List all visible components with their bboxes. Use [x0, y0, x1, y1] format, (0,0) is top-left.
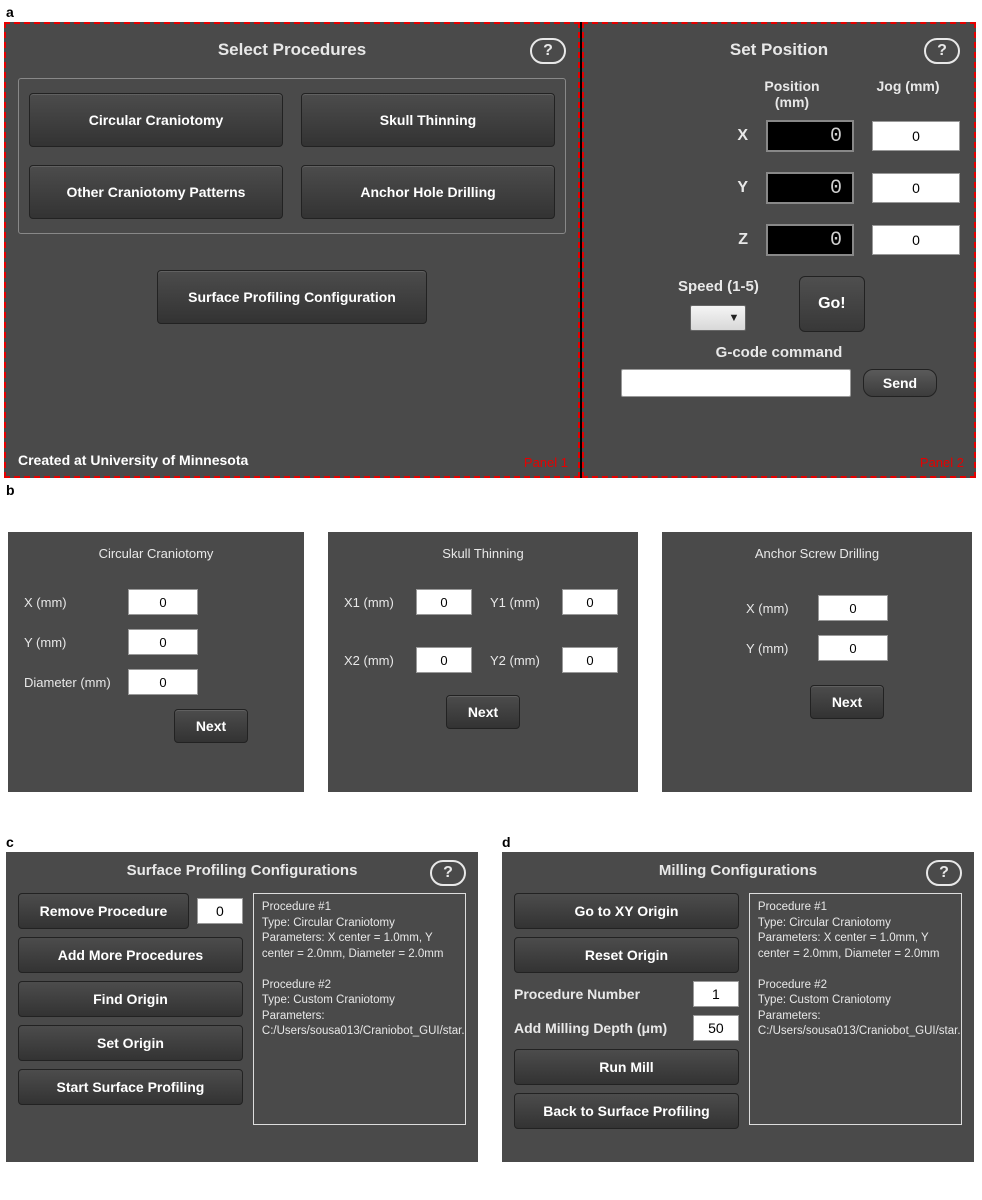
procedure-number-input[interactable]	[693, 981, 739, 1007]
surface-profiling-config-button[interactable]: Surface Profiling Configuration	[157, 270, 427, 324]
panel1-tag: Panel 1	[524, 455, 568, 470]
jog-x-input[interactable]	[872, 121, 960, 151]
subfig-b-label: b	[0, 478, 982, 500]
set-origin-button[interactable]: Set Origin	[18, 1025, 243, 1061]
reset-origin-button[interactable]: Reset Origin	[514, 937, 739, 973]
add-more-procedures-button[interactable]: Add More Procedures	[18, 937, 243, 973]
anchor-next-button[interactable]: Next	[810, 685, 884, 719]
send-button[interactable]: Send	[863, 369, 937, 397]
mill-title: Milling Configurations	[514, 862, 962, 879]
circ-title: Circular Craniotomy	[24, 546, 288, 561]
circ-y-label: Y (mm)	[24, 635, 116, 650]
back-to-surface-profiling-button[interactable]: Back to Surface Profiling	[514, 1093, 739, 1129]
start-surface-profiling-button[interactable]: Start Surface Profiling	[18, 1069, 243, 1105]
skull-y1-label: Y1 (mm)	[490, 595, 550, 610]
subfig-a-label: a	[0, 0, 982, 22]
spc-title: Surface Profiling Configurations	[18, 862, 466, 879]
surface-profiling-config-panel: Surface Profiling Configurations ? Remov…	[6, 852, 478, 1162]
help-button-panel2[interactable]: ?	[924, 38, 960, 64]
position-column-header: Position (mm)	[746, 78, 838, 110]
skull-title: Skull Thinning	[344, 546, 622, 561]
anchor-x-input[interactable]	[818, 595, 888, 621]
mill-procedure-list: Procedure #1 Type: Circular Craniotomy P…	[749, 893, 962, 1125]
panel2-tag: Panel 2	[920, 455, 964, 470]
circ-x-label: X (mm)	[24, 595, 116, 610]
gcode-input[interactable]	[621, 369, 851, 397]
procedure-number-label: Procedure Number	[514, 986, 640, 1002]
circular-craniotomy-button[interactable]: Circular Craniotomy	[29, 93, 283, 147]
anchor-hole-drilling-button[interactable]: Anchor Hole Drilling	[301, 165, 555, 219]
anchor-y-input[interactable]	[818, 635, 888, 661]
circ-diameter-label: Diameter (mm)	[24, 675, 116, 690]
remove-procedure-button[interactable]: Remove Procedure	[18, 893, 189, 929]
find-origin-button[interactable]: Find Origin	[18, 981, 243, 1017]
goto-xy-origin-button[interactable]: Go to XY Origin	[514, 893, 739, 929]
other-craniotomy-button[interactable]: Other Craniotomy Patterns	[29, 165, 283, 219]
circ-y-input[interactable]	[128, 629, 198, 655]
subfig-c-label: c	[6, 830, 478, 852]
position-z-display: 0	[766, 224, 854, 256]
milling-depth-label: Add Milling Depth (μm)	[514, 1020, 667, 1036]
skull-y1-input[interactable]	[562, 589, 618, 615]
skull-x1-input[interactable]	[416, 589, 472, 615]
position-x-display: 0	[766, 120, 854, 152]
skull-x2-label: X2 (mm)	[344, 653, 404, 668]
axis-y-label: Y	[730, 179, 748, 197]
panel1-caption: Created at University of Minnesota	[18, 452, 248, 468]
chevron-down-icon: ▼	[729, 312, 740, 324]
help-button-panel1[interactable]: ?	[530, 38, 566, 64]
skull-x1-label: X1 (mm)	[344, 595, 404, 610]
anchor-y-label: Y (mm)	[746, 641, 806, 656]
skull-next-button[interactable]: Next	[446, 695, 520, 729]
jog-y-input[interactable]	[872, 173, 960, 203]
axis-z-label: Z	[730, 231, 748, 249]
panel2-title: Set Position	[598, 40, 960, 60]
gcode-label: G-code command	[598, 344, 960, 361]
skull-y2-input[interactable]	[562, 647, 618, 673]
remove-procedure-input[interactable]	[197, 898, 243, 924]
set-position-panel: Set Position ? Position (mm) Jog (mm) X …	[582, 22, 976, 478]
skull-y2-label: Y2 (mm)	[490, 653, 550, 668]
circ-diameter-input[interactable]	[128, 669, 198, 695]
speed-dropdown[interactable]: ▼	[690, 305, 746, 331]
circ-next-button[interactable]: Next	[174, 709, 248, 743]
milling-depth-input[interactable]	[693, 1015, 739, 1041]
skull-thinning-button[interactable]: Skull Thinning	[301, 93, 555, 147]
anchor-title: Anchor Screw Drilling	[678, 546, 956, 561]
milling-config-panel: Milling Configurations ? Go to XY Origin…	[502, 852, 974, 1162]
subfig-d-label: d	[502, 830, 974, 852]
panel1-title: Select Procedures	[18, 40, 566, 60]
anchor-screw-panel: Anchor Screw Drilling X (mm) Y (mm) Next	[662, 532, 972, 792]
jog-column-header: Jog (mm)	[862, 78, 954, 110]
procedure-button-group: Circular Craniotomy Skull Thinning Other…	[18, 78, 566, 234]
skull-thinning-panel: Skull Thinning X1 (mm) Y1 (mm) X2 (mm) Y…	[328, 532, 638, 792]
anchor-x-label: X (mm)	[746, 601, 806, 616]
axis-x-label: X	[730, 127, 748, 145]
jog-z-input[interactable]	[872, 225, 960, 255]
help-button-mill[interactable]: ?	[926, 860, 962, 886]
spc-procedure-list: Procedure #1 Type: Circular Craniotomy P…	[253, 893, 466, 1125]
circ-x-input[interactable]	[128, 589, 198, 615]
run-mill-button[interactable]: Run Mill	[514, 1049, 739, 1085]
position-y-display: 0	[766, 172, 854, 204]
go-button[interactable]: Go!	[799, 276, 865, 332]
circular-craniotomy-panel: Circular Craniotomy X (mm) Y (mm) Diamet…	[8, 532, 304, 792]
speed-label: Speed (1-5)	[678, 278, 759, 295]
skull-x2-input[interactable]	[416, 647, 472, 673]
help-button-spc[interactable]: ?	[430, 860, 466, 886]
select-procedures-panel: Select Procedures ? Circular Craniotomy …	[4, 22, 580, 478]
